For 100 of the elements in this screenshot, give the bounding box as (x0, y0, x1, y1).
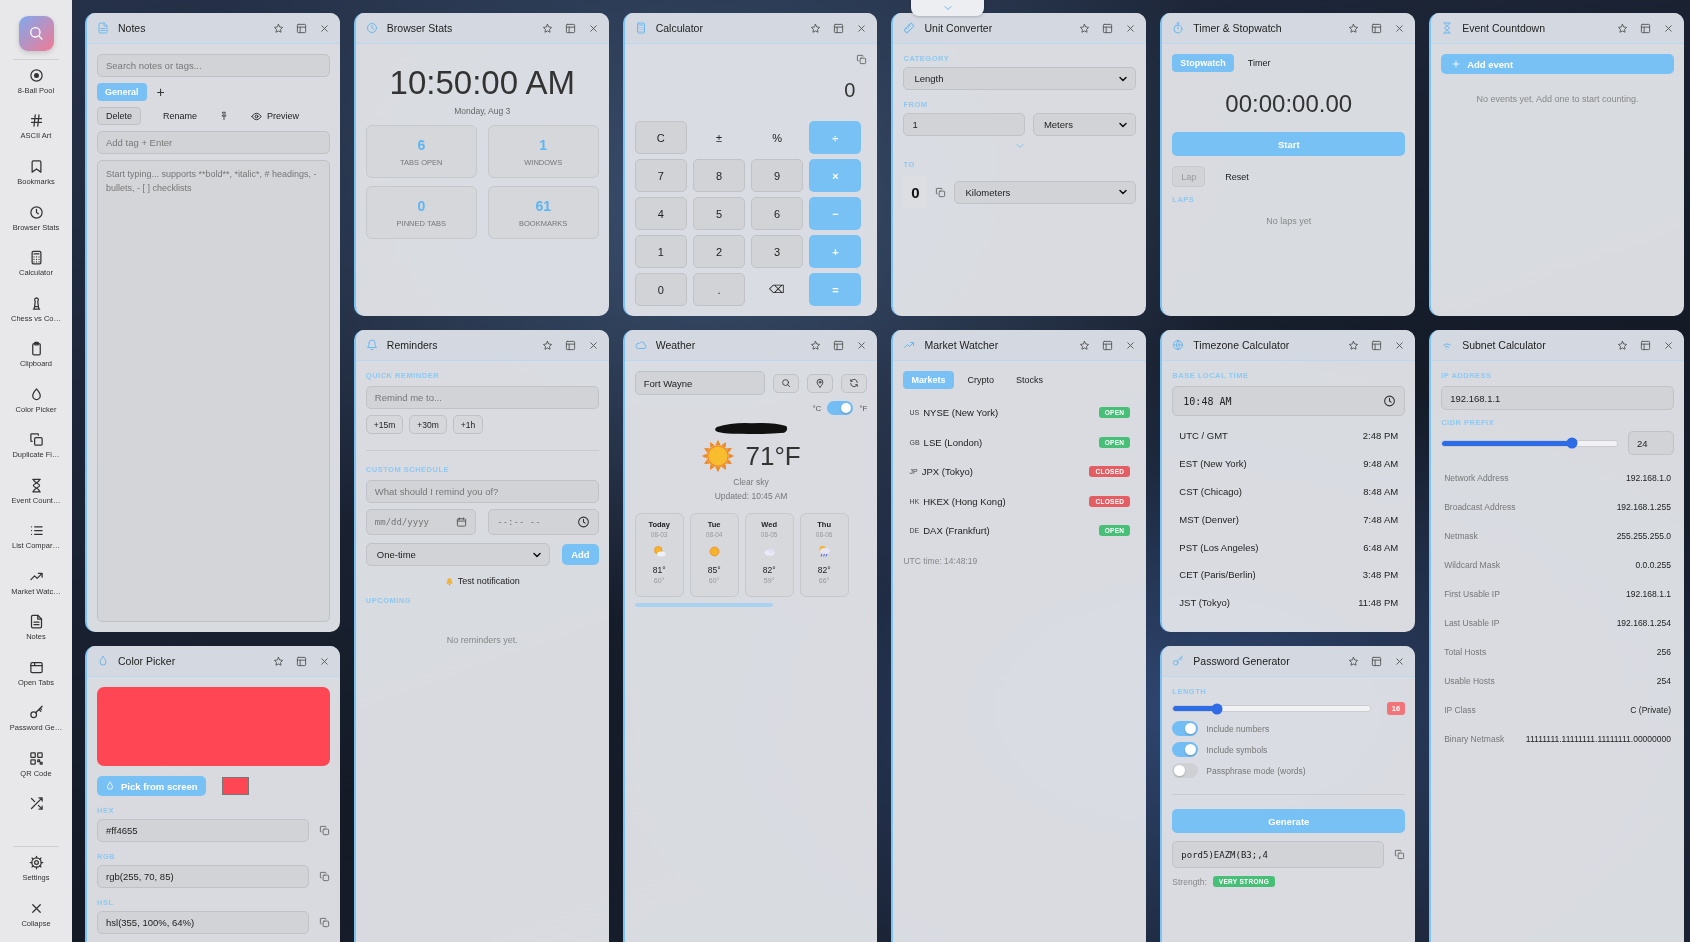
close-icon[interactable] (1125, 22, 1137, 34)
option-toggle[interactable] (1172, 742, 1199, 757)
calculator-key[interactable]: 9 (751, 159, 804, 192)
layout-icon[interactable] (833, 22, 845, 34)
calculator-key[interactable]: % (751, 121, 804, 154)
tag-input[interactable]: Add tag + Enter (97, 131, 330, 154)
pin-icon[interactable] (219, 111, 230, 121)
unit-select[interactable]: Meters (1032, 113, 1137, 136)
calculator-key[interactable]: 6 (751, 197, 804, 230)
length-slider[interactable] (1172, 705, 1371, 712)
copy-icon[interactable] (935, 186, 947, 198)
layout-icon[interactable] (1102, 22, 1114, 34)
calculator-key[interactable]: 8 (692, 159, 746, 192)
layout-icon[interactable] (1371, 655, 1383, 667)
cidr-prefix-field[interactable]: 24 (1628, 431, 1674, 455)
test-notification-button[interactable]: Test notification (444, 576, 520, 586)
layout-icon[interactable] (295, 655, 307, 667)
option-toggle[interactable] (1172, 763, 1199, 778)
category-select[interactable]: Length (903, 67, 1137, 90)
close-icon[interactable] (856, 339, 868, 351)
calculator-key[interactable]: . (692, 273, 746, 306)
ip-address-field[interactable]: 192.168.1.1 (1441, 386, 1674, 410)
layout-icon[interactable] (564, 339, 576, 351)
reminder-input[interactable]: Remind me to... (365, 386, 599, 409)
tab[interactable]: Crypto (959, 371, 1003, 389)
calculator-key[interactable]: C (634, 121, 687, 154)
color-swatch[interactable] (221, 777, 249, 795)
layout-icon[interactable] (1102, 339, 1114, 351)
calculator-key[interactable]: ± (692, 121, 746, 154)
star-icon[interactable] (272, 22, 284, 34)
refresh-button[interactable] (841, 373, 868, 393)
unit-select[interactable]: Kilometers (954, 180, 1137, 204)
close-icon[interactable] (1663, 339, 1674, 351)
close-icon[interactable] (318, 655, 330, 667)
close-icon[interactable] (1125, 339, 1137, 351)
add-tag-button[interactable]: + (152, 84, 169, 100)
copy-icon[interactable] (1394, 849, 1406, 860)
close-icon[interactable] (587, 22, 599, 34)
close-icon[interactable] (1394, 655, 1406, 667)
layout-icon[interactable] (1371, 22, 1383, 34)
reset-button[interactable]: Reset (1217, 167, 1257, 186)
color-value-field[interactable]: rgb(255, 70, 85) (97, 865, 309, 888)
layout-icon[interactable] (564, 22, 576, 34)
star-icon[interactable] (541, 339, 553, 351)
close-icon[interactable] (1663, 22, 1674, 34)
note-action-button[interactable]: Rename (155, 107, 206, 125)
calculator-key[interactable]: 0 (634, 273, 687, 306)
reminder-input[interactable]: What should I remind you of? (365, 480, 599, 503)
tab[interactable]: Stocks (1008, 371, 1052, 389)
note-editor[interactable]: Start typing... supports **bold**, *italic*, # headings, - bullets, - [ ] checklists (97, 160, 330, 622)
layout-icon[interactable] (1371, 339, 1383, 351)
preset-button[interactable]: +15m (365, 415, 404, 434)
layout-icon[interactable] (295, 22, 307, 34)
star-icon[interactable] (810, 22, 822, 34)
search-button[interactable] (18, 16, 54, 51)
star-icon[interactable] (1348, 22, 1360, 34)
close-icon[interactable] (856, 22, 868, 34)
star-icon[interactable] (1079, 339, 1091, 351)
star-icon[interactable] (1348, 339, 1360, 351)
time-field[interactable]: 10:48 AM (1172, 386, 1406, 416)
close-icon[interactable] (587, 339, 599, 351)
copy-icon[interactable] (318, 917, 330, 928)
close-icon[interactable] (1394, 339, 1406, 351)
tab[interactable]: Timer (1239, 54, 1279, 72)
color-value-field[interactable]: #ff4655 (97, 819, 309, 842)
calculator-key[interactable]: 2 (692, 235, 746, 268)
star-icon[interactable] (1079, 22, 1091, 34)
calculator-key[interactable]: 4 (634, 197, 687, 230)
copy-icon[interactable] (856, 54, 868, 65)
note-action-button[interactable]: Delete (97, 107, 141, 125)
scroll-bar[interactable] (634, 603, 773, 607)
close-icon[interactable] (318, 22, 330, 34)
star-icon[interactable] (1617, 22, 1628, 34)
repeat-select[interactable]: One-time (365, 543, 551, 566)
star-icon[interactable] (1348, 655, 1360, 667)
layout-icon[interactable] (1640, 339, 1651, 351)
unit-toggle[interactable] (827, 401, 854, 415)
star-icon[interactable] (810, 339, 822, 351)
layout-icon[interactable] (833, 339, 845, 351)
star-icon[interactable] (541, 22, 553, 34)
calculator-key[interactable]: 5 (692, 197, 746, 230)
value-field[interactable]: 1 (903, 113, 1025, 136)
preview-button[interactable]: Preview (243, 107, 308, 125)
search-button[interactable] (773, 373, 800, 393)
search-field[interactable]: Search notes or tags... (97, 54, 330, 77)
color-value-field[interactable]: hsl(355, 100%, 64%) (97, 911, 309, 934)
calculator-key[interactable]: ⌫ (751, 273, 804, 306)
calculator-key[interactable]: 1 (634, 235, 687, 268)
calculator-key[interactable]: 7 (634, 159, 687, 192)
city-field[interactable]: Fort Wayne (634, 371, 766, 395)
copy-icon[interactable] (318, 825, 330, 836)
location-button[interactable] (807, 373, 834, 393)
star-icon[interactable] (272, 655, 284, 667)
password-field[interactable]: pord5)EAZM(B3;,4 (1172, 841, 1385, 868)
copy-icon[interactable] (318, 871, 330, 882)
star-icon[interactable] (1617, 339, 1628, 351)
option-toggle[interactable] (1172, 721, 1199, 736)
preset-button[interactable]: +1h (452, 415, 484, 434)
date-field[interactable]: mm/dd/yyyy (365, 509, 477, 535)
cidr-slider[interactable] (1441, 439, 1618, 447)
